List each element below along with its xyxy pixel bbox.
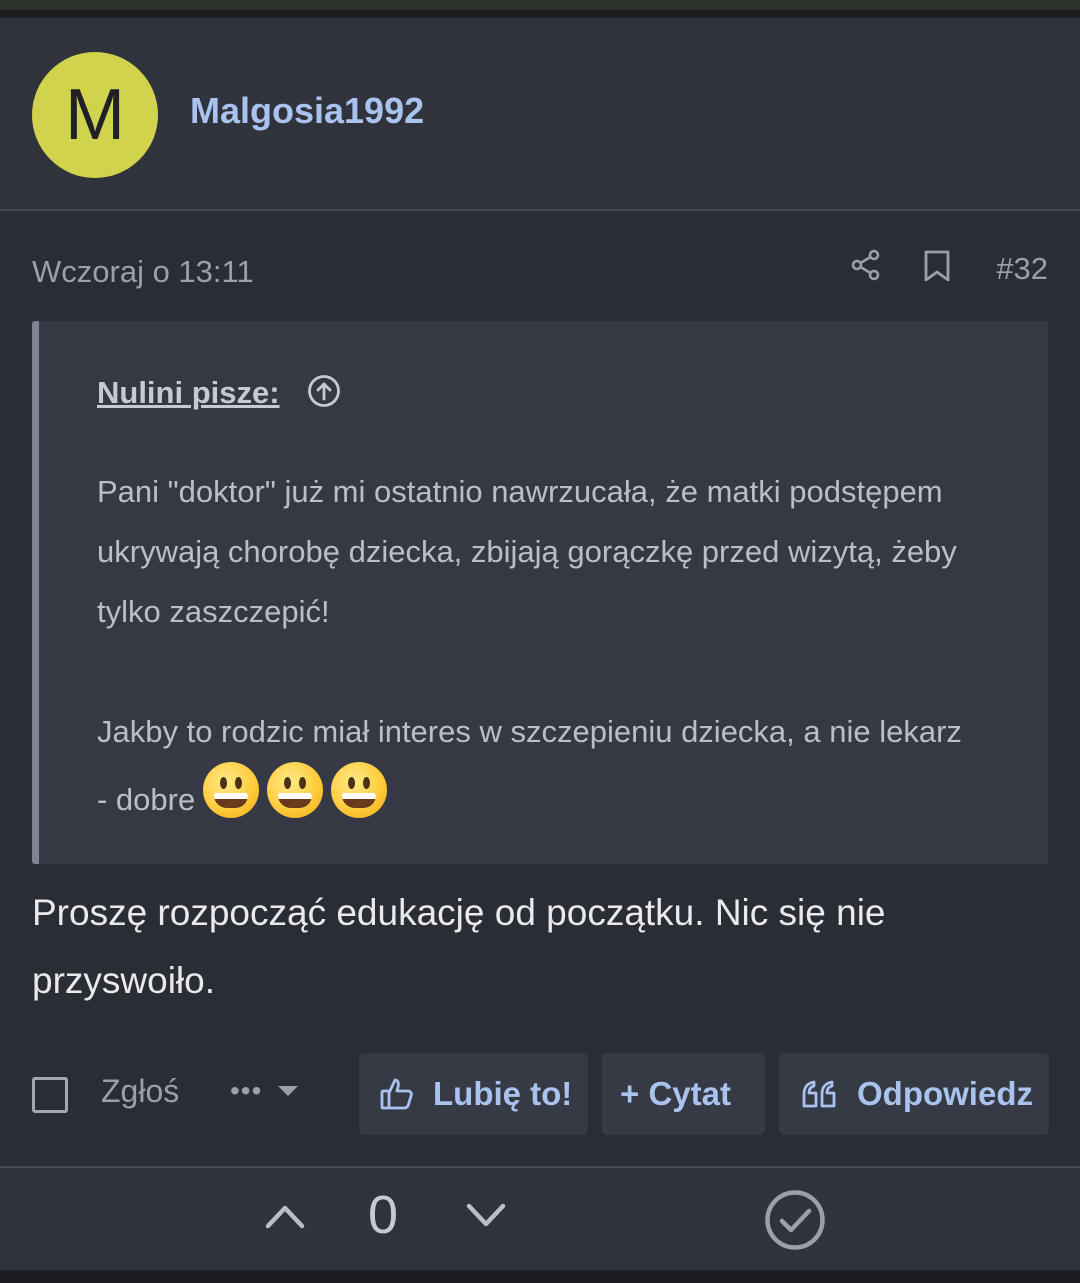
thumbs-up-icon — [380, 1078, 413, 1110]
more-dots: ••• — [230, 1075, 263, 1106]
share-icon[interactable] — [850, 249, 882, 286]
report-link[interactable]: Zgłoś — [101, 1073, 179, 1110]
select-checkbox[interactable] — [32, 1077, 68, 1113]
emoji-group — [195, 762, 388, 818]
post-date[interactable]: Wczoraj o 13:11 — [32, 254, 254, 290]
bookmark-icon[interactable] — [922, 249, 952, 288]
reply-button[interactable]: Odpowiedz — [779, 1053, 1049, 1135]
vote-bar: 0 — [0, 1166, 1080, 1272]
quote-paragraph: Pani "doktor" już mi ostatnio nawrzucała… — [97, 474, 957, 629]
downvote-chevron-icon[interactable] — [465, 1202, 507, 1235]
post-body: Wczoraj o 13:11 #32 Nulini pisze: Pani "… — [0, 211, 1080, 1166]
upvote-chevron-icon[interactable] — [264, 1202, 306, 1235]
like-label: Lubię to! — [433, 1075, 573, 1112]
post-message-text: Proszę rozpocząć edukację od początku. N… — [32, 892, 886, 1001]
quote-marks-icon — [802, 1080, 836, 1108]
separator — [0, 1270, 1080, 1283]
check-circle-icon[interactable] — [764, 1189, 826, 1256]
blockquote: Nulini pisze: Pani "doktor" już mi ostat… — [32, 321, 1048, 864]
post-number-link[interactable]: #32 — [996, 251, 1048, 287]
more-menu[interactable]: ••• — [230, 1075, 299, 1107]
post-actions: Zgłoś ••• Lubię to! + Cytat Odpowiedz — [0, 1053, 1080, 1135]
vote-count: 0 — [368, 1185, 399, 1245]
arrow-up-circle-icon[interactable] — [307, 374, 341, 413]
username-link[interactable]: Malgosia1992 — [190, 90, 424, 132]
quote-content: Pani "doktor" już mi ostatnio nawrzucała… — [97, 462, 977, 830]
avatar[interactable]: M — [32, 52, 158, 178]
top-status-strip — [0, 0, 1080, 10]
quote-paragraph: Jakby to rodzic miał interes w szczepien… — [97, 702, 977, 830]
forum-post: M Malgosia1992 Wczoraj o 13:11 #32 Nulin… — [0, 18, 1080, 1272]
grinning-face-icon — [331, 762, 388, 818]
quote-author-link[interactable]: Nulini pisze: — [97, 375, 280, 411]
caret-down-icon — [278, 1086, 299, 1096]
quote-button[interactable]: + Cytat — [602, 1053, 765, 1135]
post-header: M Malgosia1992 — [0, 18, 1080, 211]
quote-label: + Cytat — [620, 1075, 731, 1112]
reply-label: Odpowiedz — [857, 1075, 1033, 1112]
post-message: Proszę rozpocząć edukację od początku. N… — [32, 879, 1032, 1015]
like-button[interactable]: Lubię to! — [359, 1053, 588, 1135]
grinning-face-icon — [203, 762, 260, 818]
grinning-face-icon — [267, 762, 324, 818]
separator — [0, 10, 1080, 18]
